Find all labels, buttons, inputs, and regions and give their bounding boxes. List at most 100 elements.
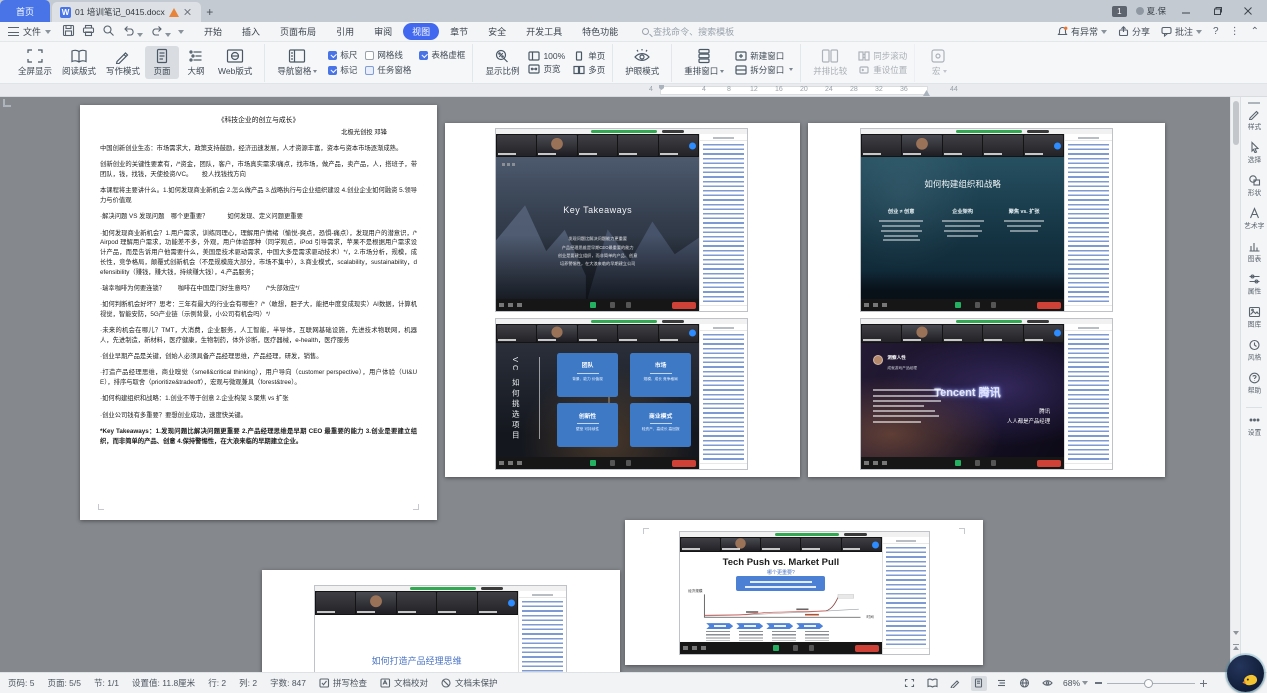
status-read-layout-button[interactable] [925, 676, 941, 691]
protection-status[interactable]: 文档未保护 [441, 677, 498, 689]
zoom-out-button[interactable] [1095, 682, 1102, 683]
embedded-screenshot-tencent[interactable]: Tencent 腾讯 腾讯 人人都是产品经理 洞察人性 成就游戏产品经理 [860, 318, 1113, 470]
menu-tab[interactable]: 视图 [403, 23, 439, 40]
share-button[interactable]: 分享 [1118, 25, 1150, 38]
help-button[interactable]: ? [1213, 26, 1219, 37]
sidebar-item-style[interactable]: 风格 [1247, 339, 1262, 363]
doc-title[interactable]: 《科技企业的创立与成长》 [100, 114, 417, 124]
more-quick-tools-icon[interactable] [178, 30, 184, 34]
menu-tab[interactable]: 引用 [327, 23, 363, 40]
comment-button[interactable]: 批注 [1161, 25, 1202, 38]
doc-paragraph[interactable]: ·解决问题 VS 发现问题 哪个更重要？ 如何发现、定义问题更重要 [100, 212, 417, 222]
sidebar-item-styles[interactable]: 样式 [1247, 108, 1262, 132]
navigation-pane-button[interactable]: 导航窗格 [272, 46, 322, 79]
zoom-level[interactable]: 68% [1063, 678, 1088, 688]
document-canvas[interactable]: 《科技企业的创立与成长》 北极光创投 邓锋 中国创新创业生态：市场需求大，政策支… [0, 97, 1230, 672]
view-checkbox[interactable]: 标记 [328, 64, 357, 76]
status-item[interactable]: 字数: 847 [270, 677, 306, 689]
new-window-button[interactable]: 新建窗口 [735, 50, 793, 62]
doc-paragraph[interactable]: *Key Takeaways：1.发现问题比解决问题更重要 2.产品经理思维是早… [100, 427, 417, 447]
zoom-slider[interactable] [1107, 683, 1195, 684]
sidebar-item-select[interactable]: 选择 [1247, 141, 1262, 165]
doc-byline[interactable]: 北极光创投 邓锋 [100, 127, 387, 136]
doc-paragraph[interactable]: ·创业公司钱有多重要？要想创业成功，速度快关键。 [100, 411, 417, 421]
embedded-screenshot-vc-criteria[interactable]: VC 如何挑选项目 团队 背景、能力 价值观 市场 规模、成长 竞争格局 [495, 318, 748, 470]
split-window-button[interactable]: 拆分窗口 [735, 64, 793, 76]
doc-paragraph[interactable]: 本课程将主要讲什么。1.如何发现商业新机会 2.怎么做产品 3.战略执行与企业组… [100, 186, 417, 206]
document-page-5[interactable]: Tech Push vs. Market Pull 哪个更重要? 经济规模 时间 [625, 520, 983, 665]
writing-mode-button[interactable]: 写作模式 [101, 46, 145, 79]
embedded-screenshot-tech-push[interactable]: Tech Push vs. Market Pull 哪个更重要? 经济规模 时间 [679, 531, 930, 655]
document-tab[interactable]: W 01 培训笔记_0415.docx [52, 2, 201, 22]
status-outline-button[interactable] [994, 676, 1010, 691]
command-search[interactable]: 查找命令、搜索模板 [642, 25, 734, 38]
document-page-2[interactable]: Key Takeaways 发现问题比解决问题能力更重要产品经理思维是早期CEO… [445, 123, 800, 477]
document-page-4[interactable]: 如何打造产品经理思维 商业嗅觉用户导向用户体验排序与取舍宏观与微观 [262, 570, 620, 672]
status-web-layout-button[interactable] [1017, 676, 1033, 691]
outline-view-button[interactable]: 大纲 [179, 46, 213, 79]
spell-check-status[interactable]: 拼写检查 [319, 677, 367, 689]
view-checkbox[interactable]: 标尺 [328, 49, 357, 61]
menu-tab[interactable]: 开始 [195, 23, 231, 40]
status-item[interactable]: 行: 2 [208, 677, 226, 689]
rearrange-windows-button[interactable]: 重排窗口 [679, 46, 729, 79]
page-width-button[interactable]: 页宽 [528, 63, 565, 75]
document-page-1[interactable]: 《科技企业的创立与成长》 北极光创投 邓锋 中国创新创业生态：市场需求大，政策支… [80, 105, 437, 520]
menu-tab[interactable]: 章节 [441, 23, 477, 40]
status-item[interactable]: 页码: 5 [8, 677, 34, 689]
embedded-screenshot-org-strategy[interactable]: 如何构建组织和战略 创业 ≠ 创意 企业架构 [860, 128, 1113, 312]
home-tab[interactable]: 首页 [0, 0, 50, 22]
redo-button[interactable] [150, 25, 171, 39]
sidebar-item-chart[interactable]: 图表 [1247, 240, 1262, 264]
close-tab-icon[interactable] [183, 7, 193, 17]
menu-tab[interactable]: 审阅 [365, 23, 401, 40]
restore-button[interactable] [1206, 2, 1228, 20]
status-item[interactable]: 节: 1/1 [94, 677, 119, 689]
embedded-screenshot-key-takeaways[interactable]: Key Takeaways 发现问题比解决问题能力更重要产品经理思维是早期CEO… [495, 128, 748, 312]
redo-dropdown-icon[interactable] [165, 33, 171, 37]
notification-badge[interactable]: 1 [1112, 6, 1126, 17]
doc-paragraph[interactable]: ·打造产品经理思维，商业嗅觉（smell&critical thinking），… [100, 368, 417, 388]
multi-page-button[interactable]: 多页 [573, 64, 605, 76]
print-preview-button[interactable] [102, 24, 115, 39]
abnormal-status-button[interactable]: 有异常 [1057, 25, 1107, 38]
status-eye-protection-button[interactable] [1040, 676, 1056, 691]
sidebar-item-properties[interactable]: 属性 [1247, 273, 1262, 297]
view-checkbox[interactable]: 网格线 [365, 49, 411, 61]
doc-paragraph[interactable]: 创新创业的关键性要素有，/*资金，团队，客户，市场真实需求/痛点，找市场，做产品… [100, 160, 417, 180]
zoom-slider-knob[interactable] [1144, 679, 1153, 688]
doc-paragraph[interactable]: ·如何发现商业新机会？1.用户需求，训练同理心，理解用户情绪（愉悦-爽点，恐惧-… [100, 229, 417, 278]
fullscreen-view-button[interactable]: 全屏显示 [13, 46, 57, 79]
print-button[interactable] [82, 24, 95, 39]
status-item[interactable]: 页面: 5/5 [47, 677, 81, 689]
status-item[interactable]: 列: 2 [239, 677, 257, 689]
menu-tab[interactable]: 插入 [233, 23, 269, 40]
doc-paragraph[interactable]: ·创业早期产品是关键，创始人必须具备产品经理思维，产品经理，研发，销售。 [100, 352, 417, 362]
doc-paragraph[interactable]: ·如何构建组织和战略：1.创业不等于创意 2.企业构架 3.聚焦 vs 扩张 [100, 394, 417, 404]
vertical-scrollbar[interactable] [1230, 97, 1240, 672]
menu-tab[interactable]: 页面布局 [271, 23, 325, 40]
status-item[interactable]: 设置值: 11.8厘米 [132, 677, 195, 689]
sidebar-item-gallery[interactable]: 图库 [1247, 306, 1262, 330]
view-checkbox[interactable]: 表格虚框 [419, 49, 465, 61]
more-menu-icon[interactable]: ⋮ [1230, 26, 1240, 37]
zoom-in-button[interactable] [1200, 680, 1207, 687]
save-button[interactable] [62, 24, 75, 39]
doc-paragraph[interactable]: ·未来的机会在哪儿？TMT，大消费，企业服务，人工智能，半导体，互联网基础设施，… [100, 326, 417, 346]
collapse-ribbon-icon[interactable]: ⌃ [1251, 26, 1259, 37]
view-checkbox[interactable]: 任务窗格 [365, 64, 411, 76]
embedded-screenshot-pm-thinking[interactable]: 如何打造产品经理思维 商业嗅觉用户导向用户体验排序与取舍宏观与微观 [314, 585, 567, 672]
sidebar-item-shapes[interactable]: 形状 [1247, 174, 1262, 198]
sidebar-item-settings[interactable]: 设置 [1247, 414, 1262, 438]
undo-dropdown-icon[interactable] [137, 33, 143, 37]
read-layout-button[interactable]: 阅读版式 [57, 46, 101, 79]
user-account[interactable]: 夏.保 [1136, 5, 1166, 17]
single-page-button[interactable]: 单页 [573, 50, 605, 62]
proofread-status[interactable]: 文档校对 [380, 677, 428, 689]
file-menu[interactable]: 文件 [8, 25, 51, 38]
undo-button[interactable] [122, 25, 143, 39]
zoom-100-button[interactable]: 100% [528, 51, 565, 61]
menu-tab[interactable]: 安全 [479, 23, 515, 40]
sidebar-handle-icon[interactable] [1248, 102, 1260, 104]
doc-paragraph[interactable]: ·如何判断机会好坏？思考：三年有最大的行业会有哪些？/*（敢想，胆子大，能把中度… [100, 300, 417, 320]
